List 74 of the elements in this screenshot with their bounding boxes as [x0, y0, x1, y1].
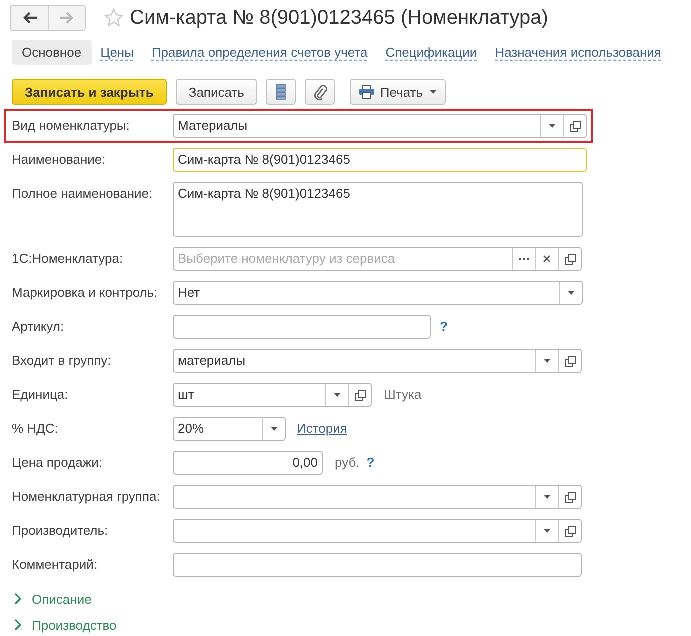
- tab[interactable]: Правила определения счетов учета: [142, 40, 377, 64]
- windows-icon: [564, 254, 576, 264]
- caret-icon: [334, 393, 340, 397]
- paperclip-icon: [313, 84, 328, 100]
- select-field[interactable]: Нет: [173, 281, 583, 305]
- help-link[interactable]: ?: [440, 315, 448, 339]
- select-field[interactable]: шт: [173, 383, 372, 407]
- list-icon: [276, 84, 286, 100]
- help-link[interactable]: ?: [366, 451, 375, 475]
- unit-label: руб.: [335, 454, 360, 472]
- section-toggle[interactable]: Производство: [14, 614, 117, 636]
- history-link[interactable]: История: [297, 417, 348, 441]
- window-title: Сим-карта № 8(901)0123465 (Номенклатура): [130, 6, 548, 30]
- star-icon: [104, 8, 124, 28]
- field-label: % НДС:: [12, 420, 60, 438]
- select-field[interactable]: материалы: [173, 349, 582, 373]
- field-label: 1С:Номенклатура:: [12, 250, 124, 268]
- tab[interactable]: Основное: [12, 40, 92, 64]
- caret-icon: [270, 427, 278, 431]
- print-button[interactable]: Печать: [350, 79, 446, 105]
- save-button[interactable]: Записать: [176, 79, 258, 105]
- select-field[interactable]: 20%: [173, 417, 286, 441]
- windows-icon: [564, 492, 576, 502]
- chevron-icon: [14, 593, 22, 605]
- caret-icon: [544, 529, 550, 533]
- windows-icon: [564, 526, 576, 536]
- select-field[interactable]: Материалы: [173, 114, 587, 138]
- left-arrow-icon: [22, 11, 38, 25]
- caret-icon: [548, 124, 556, 128]
- text-area[interactable]: Сим-карта № 8(901)0123465: [173, 182, 583, 237]
- field-label: Маркировка и контроль:: [12, 284, 159, 302]
- field-value: Нет: [177, 284, 202, 302]
- unit-label: Штука: [384, 386, 422, 404]
- field-label: Производитель:: [12, 522, 110, 540]
- input-field[interactable]: 0,00: [173, 451, 323, 475]
- caret-icon: [544, 495, 550, 499]
- section-toggle[interactable]: Описание: [14, 588, 92, 610]
- field-label: Входит в группу:: [12, 352, 112, 370]
- save-and-close-button[interactable]: Записать и закрыть: [12, 79, 167, 105]
- field-value: Материалы: [177, 117, 249, 135]
- windows-icon: [354, 390, 366, 400]
- field-value: материалы: [177, 352, 247, 370]
- field-value: шт: [177, 386, 196, 404]
- field-label: Цена продажи:: [12, 454, 104, 472]
- field-label: Наименование:: [12, 151, 107, 169]
- input-field[interactable]: [173, 315, 431, 339]
- caret-icon: [568, 291, 574, 295]
- chevron-icon: [14, 619, 22, 631]
- windows-icon: [564, 356, 576, 366]
- windows-icon: [570, 120, 580, 132]
- input-field[interactable]: Сим-карта № 8(901)0123465: [173, 148, 587, 172]
- field-label: Номенклатурная группа:: [12, 488, 162, 506]
- placeholder-text: Выберите номенклатуру из сервиса: [177, 250, 396, 268]
- tab[interactable]: Назначения использования: [486, 40, 670, 64]
- input-field[interactable]: [173, 553, 582, 577]
- select-field[interactable]: [173, 519, 582, 543]
- field-label: Единица:: [12, 386, 70, 404]
- right-arrow-icon: [59, 11, 75, 25]
- select-field[interactable]: [173, 485, 582, 509]
- field-value: 0,00: [292, 454, 319, 472]
- caret-icon: [430, 90, 437, 94]
- field-label: Полное наименование:: [12, 185, 154, 203]
- tab[interactable]: Цены: [92, 40, 143, 64]
- caret-icon: [544, 359, 550, 363]
- field-label: Артикул:: [12, 318, 66, 336]
- list-button[interactable]: [266, 79, 296, 105]
- tab[interactable]: Спецификации: [376, 40, 486, 64]
- field-label: Комментарий:: [12, 556, 98, 574]
- close-icon: [543, 255, 551, 263]
- field-label: Вид номенклатуры:: [12, 117, 131, 135]
- favorite-star-button[interactable]: [104, 8, 124, 28]
- attach-button[interactable]: [305, 79, 336, 105]
- field-value: 20%: [177, 420, 206, 438]
- printer-icon: [359, 85, 376, 99]
